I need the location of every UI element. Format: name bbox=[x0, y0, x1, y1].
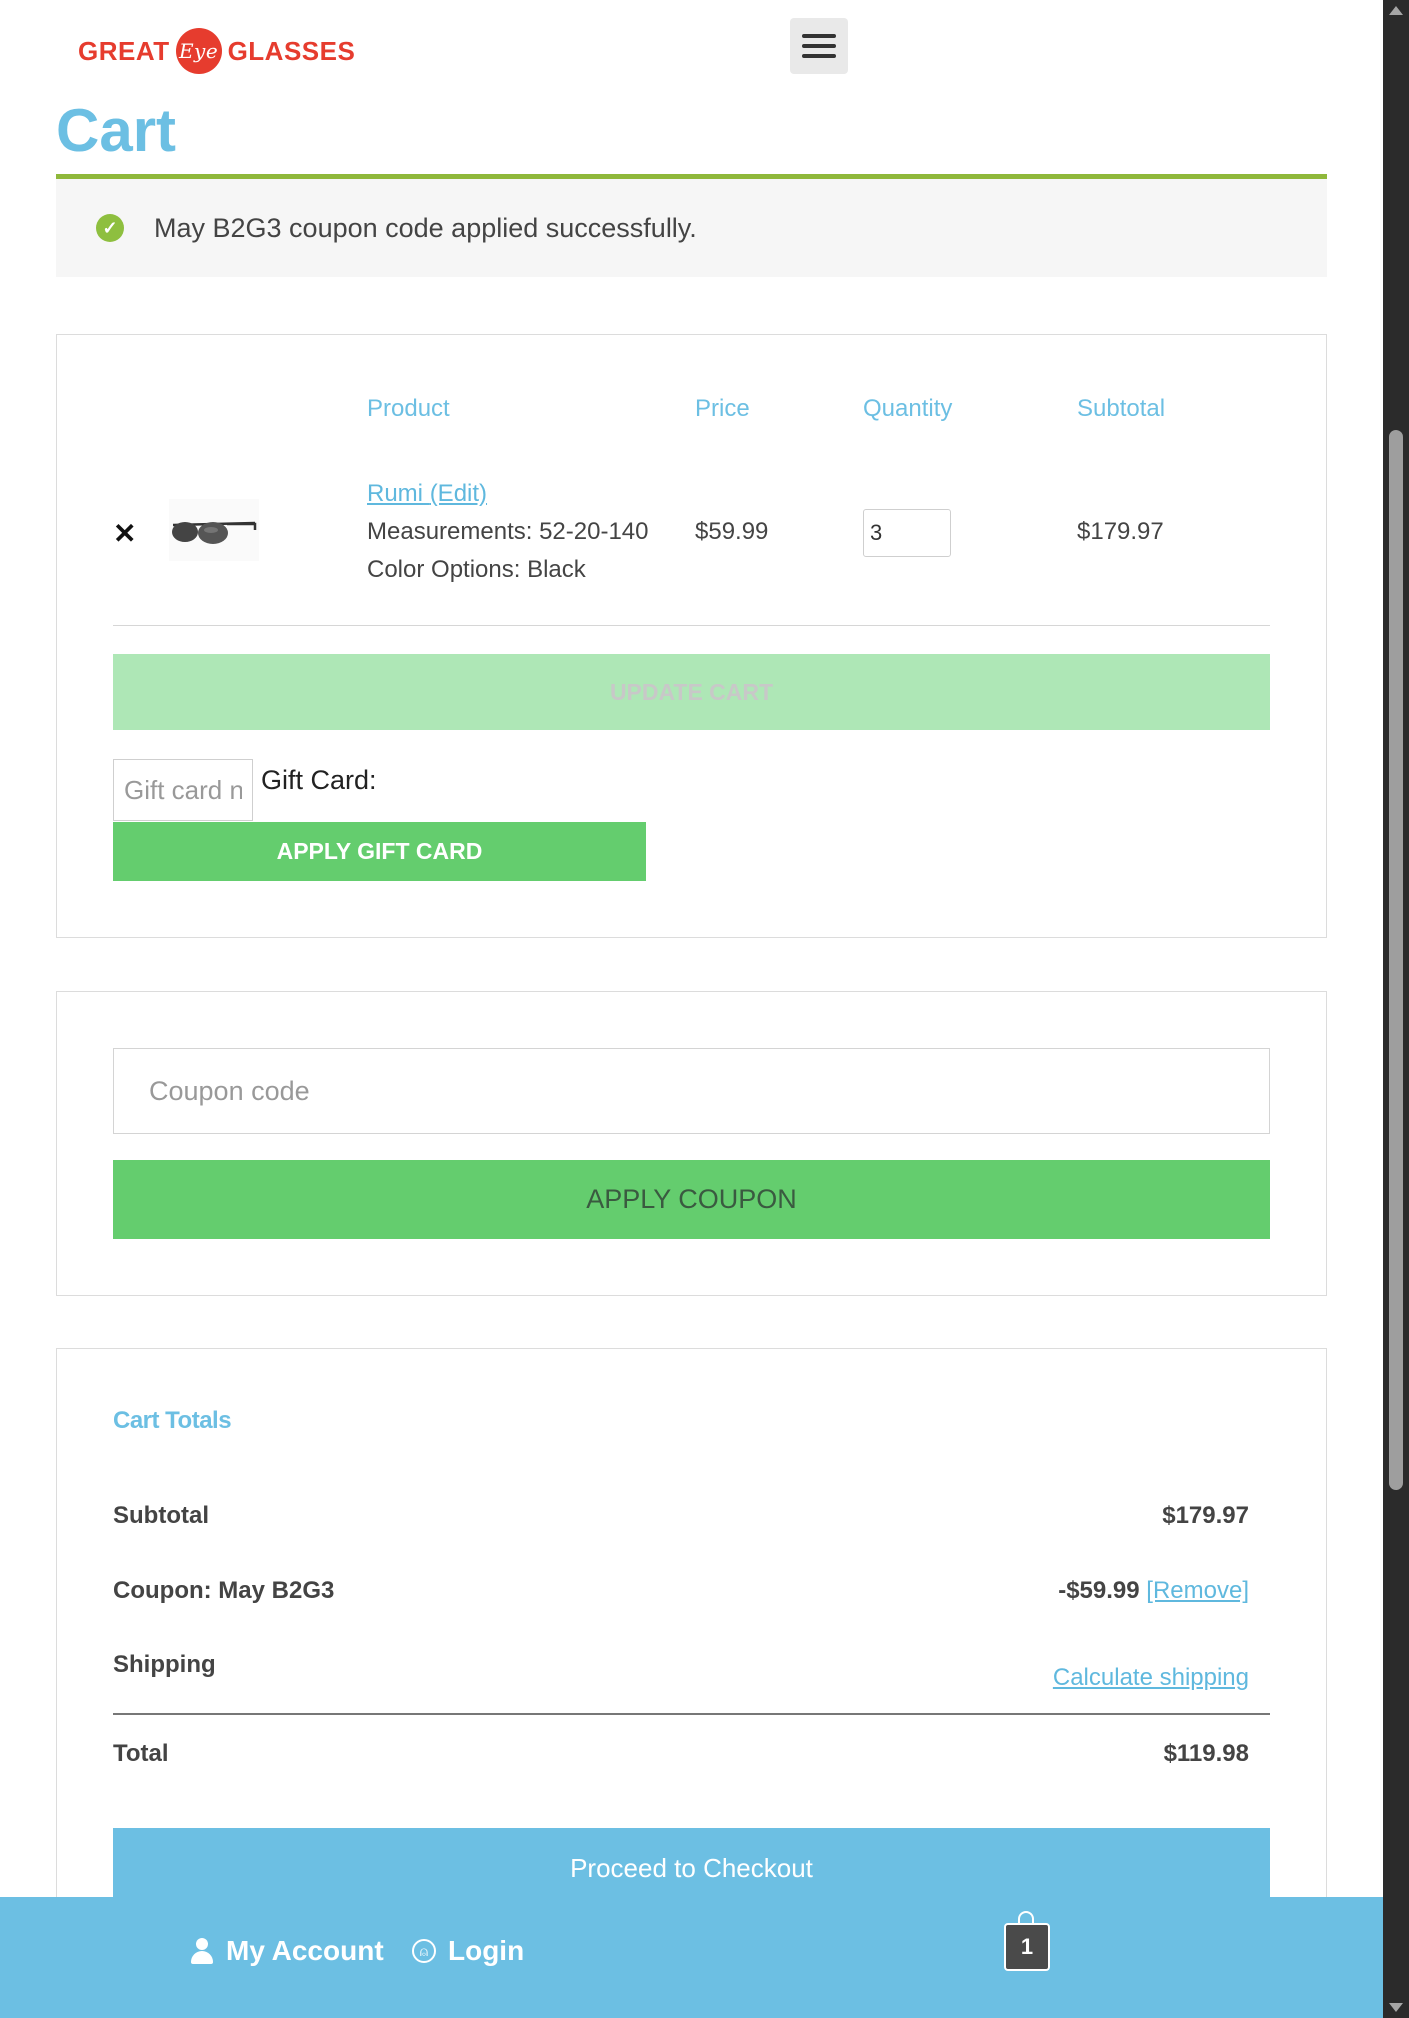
site-logo[interactable]: GREAT Eye GLASSES bbox=[78, 24, 355, 78]
page-title: Cart bbox=[56, 97, 177, 164]
notice-message: May B2G3 coupon code applied successfull… bbox=[154, 213, 697, 243]
product-name-link[interactable]: Rumi (Edit) bbox=[367, 480, 487, 508]
column-header-subtotal: Subtotal bbox=[1077, 395, 1166, 422]
login-icon: ⍝ bbox=[412, 1939, 436, 1963]
column-header-product: Product bbox=[367, 395, 450, 422]
item-subtotal: $179.97 bbox=[1077, 518, 1164, 545]
total-value: $119.98 bbox=[1163, 1740, 1249, 1767]
my-account-label: My Account bbox=[226, 1935, 384, 1966]
shopping-bag-icon[interactable]: 1 bbox=[1004, 1923, 1050, 1971]
scroll-up-arrow-icon[interactable] bbox=[1389, 6, 1403, 15]
coupon-label: Coupon: May B2G3 bbox=[113, 1577, 335, 1604]
coupon-box: APPLY COUPON bbox=[56, 991, 1327, 1296]
logo-text-glasses: GLASSES bbox=[227, 35, 356, 66]
login-link[interactable]: ⍝ Login bbox=[412, 1935, 524, 1967]
quantity-input[interactable] bbox=[863, 509, 951, 557]
scrollbar-thumb[interactable] bbox=[1389, 430, 1403, 1490]
product-thumbnail[interactable] bbox=[169, 499, 259, 561]
column-header-price: Price bbox=[695, 395, 750, 422]
hamburger-icon-bar bbox=[802, 44, 836, 48]
calculate-shipping-link[interactable]: Calculate shipping bbox=[1053, 1664, 1249, 1691]
scroll-down-arrow-icon[interactable] bbox=[1389, 2003, 1403, 2012]
product-color-option: Color Options: Black bbox=[367, 556, 586, 583]
shipping-value: Calculate shipping bbox=[1053, 1664, 1249, 1692]
row-divider bbox=[113, 625, 1270, 626]
total-label: Total bbox=[113, 1740, 169, 1767]
coupon-discount-value: -$59.99 bbox=[1058, 1577, 1140, 1604]
cart-totals-heading: Cart Totals bbox=[113, 1407, 232, 1434]
apply-coupon-button[interactable]: APPLY COUPON bbox=[113, 1160, 1270, 1239]
hamburger-icon-bar bbox=[802, 54, 836, 58]
login-label: Login bbox=[448, 1935, 525, 1966]
subtotal-label: Subtotal bbox=[113, 1502, 209, 1529]
subtotal-value: $179.97 bbox=[1162, 1502, 1249, 1529]
success-notice: ✓ May B2G3 coupon code applied successfu… bbox=[56, 179, 1327, 277]
product-name: Rumi bbox=[367, 480, 424, 507]
total-divider bbox=[113, 1713, 1270, 1715]
gift-card-label: Gift Card: bbox=[261, 765, 377, 795]
bottom-nav-bar: My Account ⍝ Login 1 bbox=[0, 1897, 1383, 2018]
sunglasses-icon bbox=[172, 521, 257, 544]
my-account-link[interactable]: My Account bbox=[190, 1935, 384, 1967]
logo-text-great: GREAT bbox=[78, 35, 170, 66]
shipping-label: Shipping bbox=[113, 1651, 216, 1678]
page-scrollbar[interactable] bbox=[1383, 0, 1409, 2018]
product-edit-link[interactable]: (Edit) bbox=[430, 480, 487, 507]
gift-card-input[interactable] bbox=[113, 759, 253, 821]
check-circle-icon: ✓ bbox=[96, 214, 124, 242]
item-price: $59.99 bbox=[695, 518, 769, 545]
logo-eye-badge: Eye bbox=[175, 28, 222, 74]
cart-table-box: Product Price Quantity Subtotal ✕ Rumi (… bbox=[56, 334, 1327, 938]
update-cart-button[interactable]: UPDATE CART bbox=[113, 654, 1270, 730]
page: GREAT Eye GLASSES Cart ✓ May B2G3 coupon… bbox=[0, 0, 1383, 2018]
person-icon bbox=[190, 1938, 214, 1964]
coupon-row-value: -$59.99 [Remove] bbox=[1058, 1577, 1249, 1605]
column-header-quantity: Quantity bbox=[863, 395, 953, 422]
hamburger-menu-button[interactable] bbox=[790, 18, 848, 74]
remove-item-icon[interactable]: ✕ bbox=[113, 517, 136, 550]
apply-gift-card-button[interactable]: APPLY GIFT CARD bbox=[113, 822, 646, 881]
product-measurements: Measurements: 52-20-140 bbox=[367, 518, 649, 545]
coupon-code-input[interactable] bbox=[113, 1048, 1270, 1134]
hamburger-icon bbox=[802, 34, 836, 38]
remove-coupon-link[interactable]: [Remove] bbox=[1146, 1577, 1249, 1604]
cart-count-badge: 1 bbox=[1020, 1934, 1034, 1959]
proceed-to-checkout-button[interactable]: Proceed to Checkout bbox=[113, 1828, 1270, 1908]
